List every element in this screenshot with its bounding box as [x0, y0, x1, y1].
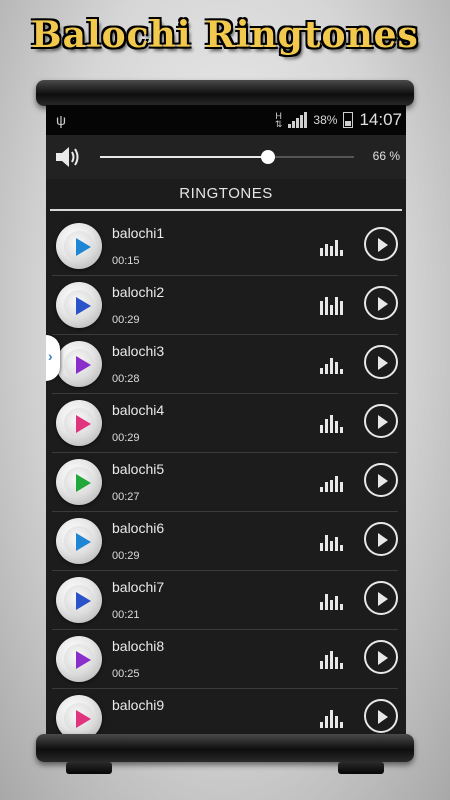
- ringtone-title: balochi4: [112, 402, 165, 418]
- equalizer-icon[interactable]: [320, 475, 343, 492]
- ringtone-duration: 00:29: [112, 550, 140, 562]
- equalizer-icon[interactable]: [320, 357, 343, 374]
- scroll-foot-right: [338, 762, 384, 774]
- ringtone-title: balochi3: [112, 343, 165, 359]
- battery-icon: [343, 112, 354, 128]
- scroll-rod-top: [36, 80, 414, 106]
- ringtone-duration: 00:25: [112, 668, 140, 680]
- play-button[interactable]: [364, 522, 398, 556]
- ringtone-row[interactable]: balochi5 00:27: [52, 453, 398, 512]
- ringtone-row[interactable]: balochi7 00:21: [52, 571, 398, 630]
- ringtone-duration: 00:15: [112, 255, 140, 267]
- drawer-handle[interactable]: ›: [46, 335, 60, 381]
- volume-value: 66 %: [372, 149, 400, 163]
- volume-slider-fill: [100, 156, 268, 158]
- equalizer-icon[interactable]: [320, 297, 343, 315]
- usb-icon: ψ: [56, 112, 66, 128]
- play-button[interactable]: [364, 640, 398, 674]
- equalizer-icon[interactable]: [320, 415, 343, 433]
- equalizer-icon[interactable]: [320, 534, 343, 551]
- play-button[interactable]: [364, 463, 398, 497]
- disc-play-icon[interactable]: [56, 695, 102, 737]
- disc-play-icon[interactable]: [56, 459, 102, 505]
- ringtone-title: balochi8: [112, 638, 165, 654]
- volume-row: 66 %: [46, 135, 406, 179]
- ringtone-row[interactable]: balochi2 00:29: [52, 276, 398, 335]
- play-button[interactable]: [364, 345, 398, 379]
- play-button[interactable]: [364, 581, 398, 615]
- disc-play-icon[interactable]: [56, 223, 102, 269]
- equalizer-icon[interactable]: [320, 710, 343, 728]
- section-title: RINGTONES: [50, 179, 402, 211]
- play-button[interactable]: [364, 227, 398, 261]
- network-type-icon: H ⇅: [274, 111, 283, 129]
- status-bar: ψ H ⇅ 38% 14:07: [46, 105, 406, 135]
- disc-play-icon[interactable]: [56, 282, 102, 328]
- ringtone-row[interactable]: balochi4 00:29: [52, 394, 398, 453]
- ringtone-duration: 00:21: [112, 609, 140, 621]
- disc-play-icon[interactable]: [56, 636, 102, 682]
- disc-play-icon[interactable]: [56, 341, 102, 387]
- ringtone-title: balochi6: [112, 520, 165, 536]
- ringtone-duration: 00:29: [112, 432, 140, 444]
- clock: 14:07: [359, 110, 402, 129]
- disc-play-icon[interactable]: [56, 400, 102, 446]
- equalizer-icon[interactable]: [320, 651, 343, 669]
- ringtone-row[interactable]: balochi9: [52, 689, 398, 737]
- chevron-right-icon: ›: [48, 348, 53, 364]
- app-banner-title: Balochi Ringtones: [31, 14, 419, 56]
- ringtone-title: balochi2: [112, 284, 165, 300]
- ringtone-row[interactable]: balochi3 00:28: [52, 335, 398, 394]
- volume-slider-thumb[interactable]: [260, 150, 275, 164]
- volume-slider[interactable]: [100, 150, 354, 164]
- ringtone-list: balochi1 00:15 balochi2 00:29 balochi3 00:28 b…: [46, 217, 406, 737]
- signal-icon: [288, 112, 308, 128]
- equalizer-icon[interactable]: [320, 239, 343, 256]
- speaker-icon[interactable]: [54, 144, 82, 170]
- ringtone-panel: ψ H ⇅ 38% 14:07 66 % RINGTONES balochi1 00…: [46, 105, 406, 737]
- ringtone-row[interactable]: balochi6 00:29: [52, 512, 398, 571]
- ringtone-duration: 00:29: [112, 314, 140, 326]
- network-type-label: H: [275, 111, 282, 121]
- play-button[interactable]: [364, 286, 398, 320]
- play-button[interactable]: [364, 699, 398, 733]
- ringtone-title: balochi5: [112, 461, 165, 477]
- ringtone-duration: 00:28: [112, 373, 140, 385]
- scroll-foot-left: [66, 762, 112, 774]
- disc-play-icon[interactable]: [56, 577, 102, 623]
- ringtone-title: balochi7: [112, 579, 165, 595]
- battery-percent: 38%: [313, 113, 338, 127]
- ringtone-duration: 00:27: [112, 491, 140, 503]
- play-button[interactable]: [364, 404, 398, 438]
- ringtone-row[interactable]: balochi1 00:15: [52, 217, 398, 276]
- ringtone-row[interactable]: balochi8 00:25: [52, 630, 398, 689]
- scroll-rod-bottom: [36, 734, 414, 762]
- disc-play-icon[interactable]: [56, 518, 102, 564]
- ringtone-title: balochi9: [112, 697, 165, 713]
- ringtone-title: balochi1: [112, 225, 165, 241]
- equalizer-icon[interactable]: [320, 593, 343, 610]
